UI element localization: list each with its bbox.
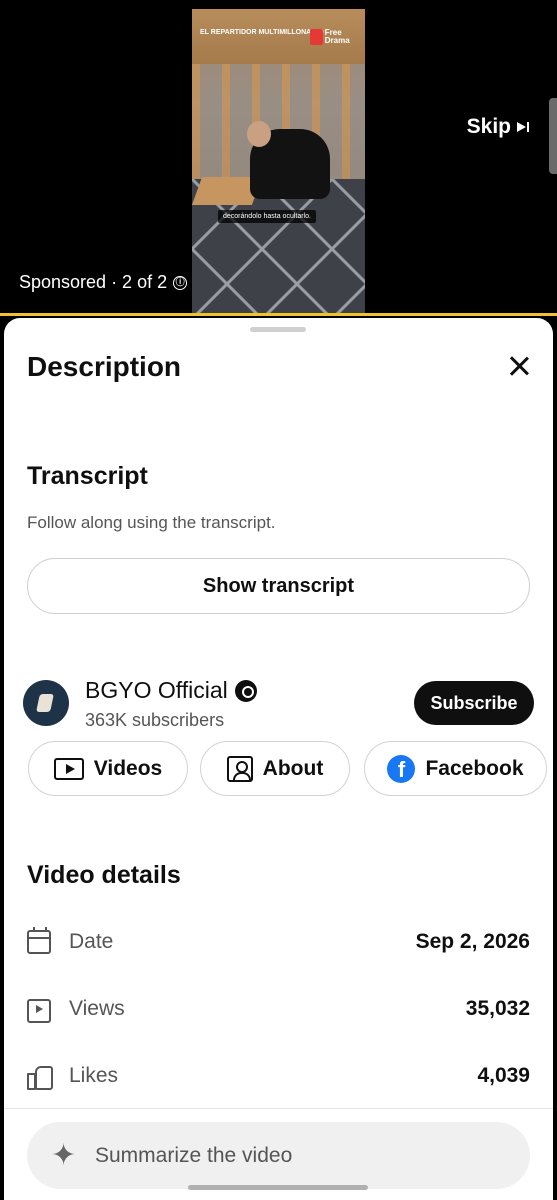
videos-icon [53, 757, 84, 780]
side-panel-handle[interactable] [549, 98, 557, 174]
home-indicator[interactable] [188, 1185, 368, 1190]
subscribe-button[interactable]: Subscribe [414, 681, 534, 725]
clip-logo: Free Drama [310, 29, 365, 45]
summarize-label: Summarize the video [95, 1143, 293, 1167]
show-transcript-button[interactable]: Show transcript [27, 558, 530, 614]
views-icon [27, 999, 51, 1023]
detail-row-date: Date Sep 2, 2026 [27, 927, 530, 957]
detail-label: Date [69, 930, 114, 953]
sparkle-icon [51, 1138, 79, 1173]
about-icon [226, 755, 253, 782]
facebook-label: Facebook [425, 756, 524, 780]
video-worker-head [247, 121, 271, 147]
channel-name-text: BGYO Official [85, 677, 228, 703]
videos-label: Videos [93, 756, 163, 780]
skip-button[interactable]: Skip [467, 115, 531, 139]
about-button[interactable]: About [200, 741, 350, 796]
detail-value: 35,032 [465, 997, 530, 1020]
detail-row-likes: Likes 4,039 [27, 1061, 530, 1091]
calendar-icon [27, 927, 51, 954]
sponsored-text: Sponsored · 2 of 2 [19, 272, 168, 292]
verified-icon [234, 679, 257, 702]
video-player[interactable]: El Repartidor MULTIMILLONARIO Free Drama… [0, 0, 557, 316]
sheet-title: Description [27, 351, 182, 382]
detail-row-views: Views 35,032 [27, 994, 530, 1024]
description-sheet: Description Transcript Follow along usin… [4, 318, 553, 1200]
about-label: About [262, 756, 324, 780]
ad-progress-bar [0, 313, 557, 316]
detail-label: Views [69, 997, 125, 1020]
sheet-drag-handle[interactable] [250, 327, 306, 332]
thumbs-up-icon [27, 1064, 53, 1090]
sponsored-label: Sponsored · 2 of 2 ⓘ [19, 272, 188, 293]
summarize-video-button[interactable]: Summarize the video [27, 1122, 530, 1189]
subscriber-count: 363K subscribers [85, 710, 225, 730]
channel-name[interactable]: BGYO Official [85, 677, 257, 704]
clip-logo-text: Free Drama [324, 28, 350, 45]
skip-label: Skip [466, 115, 511, 138]
detail-value: 4,039 [477, 1064, 530, 1087]
divider [4, 1108, 553, 1109]
facebook-button[interactable]: f Facebook [364, 741, 547, 796]
avatar[interactable] [23, 680, 69, 726]
transcript-title: Transcript [27, 462, 148, 490]
facebook-icon: f [387, 754, 416, 783]
video-details-title: Video details [27, 861, 181, 889]
clip-caption: decorándolo hasta ocultarlo. [218, 210, 316, 223]
video-frame[interactable]: El Repartidor MULTIMILLONARIO Free Drama… [192, 9, 365, 313]
videos-button[interactable]: Videos [28, 741, 188, 796]
detail-label: Likes [69, 1064, 119, 1087]
info-icon[interactable]: ⓘ [173, 275, 188, 290]
skip-next-icon [517, 121, 531, 133]
clip-brand-text: El Repartidor MULTIMILLONARIO [200, 29, 324, 36]
close-icon[interactable] [504, 351, 534, 381]
free-drama-logo-icon [310, 29, 323, 45]
transcript-description: Follow along using the transcript. [27, 513, 276, 532]
detail-value: Sep 2, 2026 [415, 930, 530, 953]
